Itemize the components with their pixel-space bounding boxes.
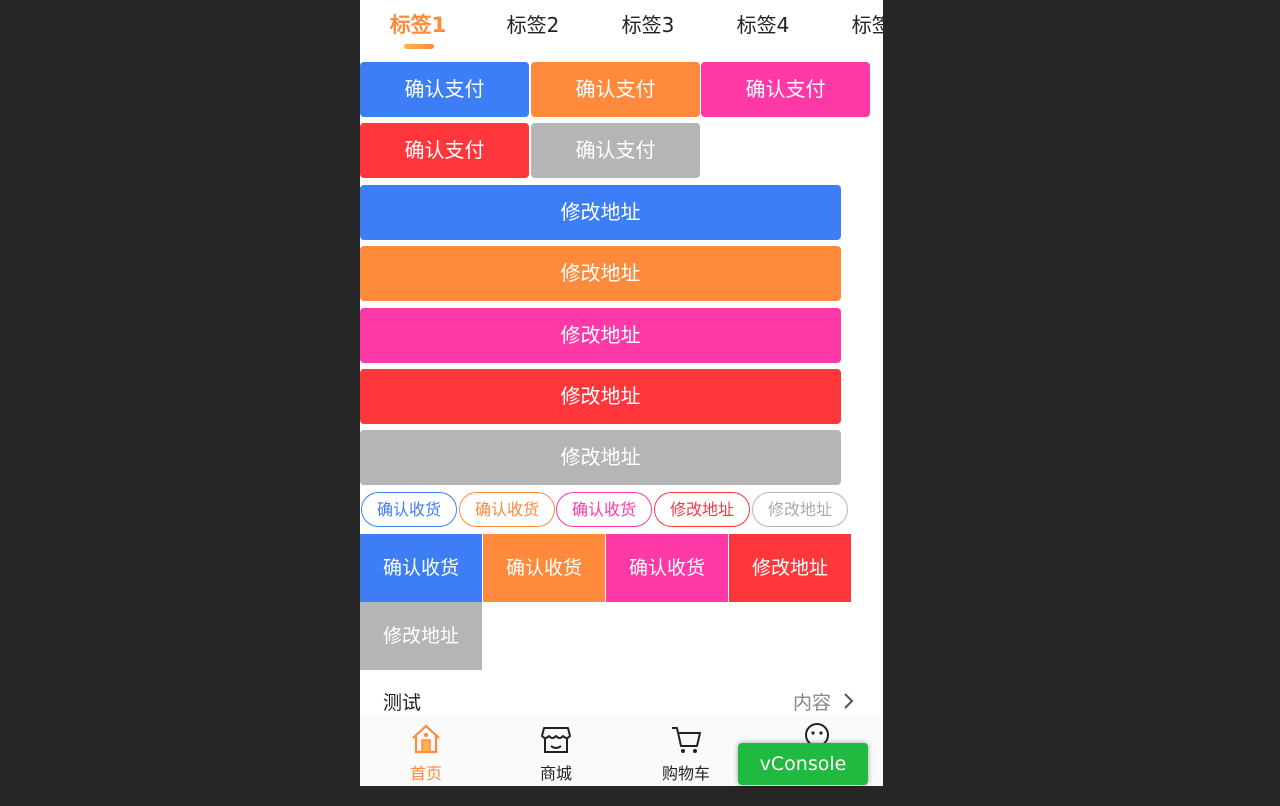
confirm-receipt-square-button[interactable]: 确认收货 — [360, 534, 482, 602]
confirm-pay-button[interactable]: 确认支付 — [360, 123, 529, 178]
tab-bar: 标签1 标签2 标签3 标签4 标签5 — [360, 0, 883, 56]
phone-screen: 标签1 标签2 标签3 标签4 标签5 确认支付 确认支付 确认支付 确认支付 … — [360, 0, 883, 786]
confirm-receipt-outline-button[interactable]: 确认收货 — [556, 492, 652, 527]
confirm-receipt-square-button[interactable]: 确认收货 — [483, 534, 605, 602]
edit-address-outline-button-disabled[interactable]: 修改地址 — [752, 492, 848, 527]
edit-address-square-button[interactable]: 修改地址 — [729, 534, 851, 602]
confirm-pay-button[interactable]: 确认支付 — [360, 62, 529, 117]
shop-icon — [539, 722, 573, 760]
edit-address-outline-button[interactable]: 修改地址 — [654, 492, 750, 527]
cell-value: 内容 — [792, 692, 831, 714]
confirm-receipt-square-button[interactable]: 确认收货 — [606, 534, 728, 602]
chevron-right-icon — [843, 692, 855, 714]
cell-title: 测试 — [383, 692, 422, 714]
tabbar-label: 商城 — [539, 764, 572, 783]
edit-address-button[interactable]: 修改地址 — [360, 185, 841, 240]
home-icon — [409, 722, 443, 760]
edit-address-square-button-disabled[interactable]: 修改地址 — [360, 602, 482, 670]
edit-address-button[interactable]: 修改地址 — [360, 369, 841, 424]
confirm-pay-button[interactable]: 确认支付 — [531, 62, 700, 117]
tabbar-item-shop[interactable]: 商城 — [491, 716, 621, 786]
cart-icon — [669, 722, 703, 760]
tabbar-label: 购物车 — [661, 764, 710, 783]
tabbar-item-cart[interactable]: 购物车 — [621, 716, 751, 786]
edit-address-button[interactable]: 修改地址 — [360, 308, 841, 363]
edit-address-button-disabled[interactable]: 修改地址 — [360, 430, 841, 485]
tab-5[interactable]: 标签5 — [823, 10, 883, 50]
confirm-receipt-outline-button[interactable]: 确认收货 — [361, 492, 457, 527]
edit-address-button[interactable]: 修改地址 — [360, 246, 841, 301]
confirm-pay-button[interactable]: 确认支付 — [701, 62, 870, 117]
tabbar-label: 首页 — [409, 764, 442, 783]
tab-active-indicator — [404, 44, 434, 49]
confirm-receipt-outline-button[interactable]: 确认收货 — [459, 492, 555, 527]
tab-2[interactable]: 标签2 — [478, 10, 588, 50]
tabbar-item-home[interactable]: 首页 — [361, 716, 491, 786]
tab-4[interactable]: 标签4 — [708, 10, 818, 50]
confirm-pay-button-disabled[interactable]: 确认支付 — [531, 123, 700, 178]
tab-3[interactable]: 标签3 — [593, 10, 703, 50]
cell-row[interactable]: 测试 内容 — [360, 680, 883, 720]
vconsole-button[interactable]: vConsole — [738, 743, 868, 785]
